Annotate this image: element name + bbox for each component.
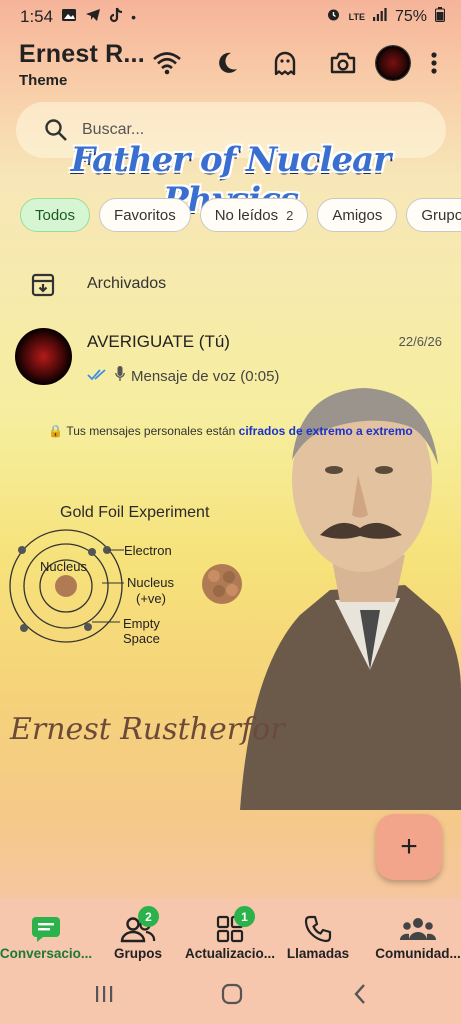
chat-row[interactable]: AVERIGUATE (Tú) 22/6/26 Mensaje de voz (… (0, 324, 461, 394)
archived-row[interactable]: Archivados (0, 262, 461, 308)
filter-chip-label: Amigos (332, 206, 383, 224)
nav-label: Actualizacio... (184, 946, 276, 961)
filter-chip-label: Grupos (421, 206, 461, 224)
groups-icon: 2 (120, 906, 159, 944)
camera-icon[interactable] (326, 46, 360, 80)
status-bar: 1:54 • LTE 75% (0, 0, 461, 34)
tiktok-icon (109, 7, 123, 28)
nav-conversaciones[interactable]: Conversacio... (0, 898, 92, 968)
community-icon (400, 914, 436, 944)
nav-label: Llamadas (286, 946, 350, 961)
nav-label: Comunidad... (375, 946, 461, 961)
signal-icon (372, 8, 387, 26)
updates-badge: 1 (234, 906, 255, 927)
battery-icon (435, 7, 445, 27)
gallery-icon (61, 8, 77, 27)
groups-badge: 2 (138, 906, 159, 927)
recent-apps-icon[interactable] (94, 984, 114, 1009)
nav-label: Grupos (113, 946, 162, 961)
battery-percent: 75% (394, 8, 427, 25)
nav-comunidades[interactable]: Comunidad... (372, 898, 461, 968)
nav-label: Conversacio... (0, 946, 93, 961)
home-icon[interactable] (221, 983, 243, 1010)
chat-name: AVERIGUATE (Tú) (87, 332, 230, 351)
filter-chip-amigos[interactable]: Amigos (317, 198, 398, 232)
ghost-icon[interactable] (268, 46, 302, 80)
chat-last-message: Mensaje de voz (0:05) (87, 366, 279, 386)
label-empty: Empty (123, 616, 160, 631)
back-icon[interactable] (352, 983, 368, 1010)
alarm-icon (326, 7, 341, 27)
status-time: 1:54 (20, 7, 54, 26)
screen: 1:54 • LTE 75% Ernest R... Theme Buscar.… (0, 0, 461, 1024)
dot-icon: • (131, 9, 136, 25)
label-nucleus-small: Nucleus (40, 559, 87, 574)
search-input[interactable]: Buscar... (82, 121, 144, 139)
nav-grupos[interactable]: 2 Grupos (96, 898, 180, 968)
phone-icon (304, 914, 332, 944)
moon-icon[interactable] (210, 46, 244, 80)
encryption-notice: 🔒 Tus mensajes personales están cifrados… (0, 424, 461, 438)
mic-icon (115, 366, 125, 386)
filter-chip-label: No leídos (214, 206, 279, 224)
telegram-icon (85, 8, 101, 27)
illustration-title: Gold Foil Experiment (60, 504, 210, 521)
app-header: Ernest R... Theme (0, 34, 461, 96)
fab-plus: + (400, 830, 418, 863)
label-charge: (+ve) (136, 591, 166, 606)
filter-chip-no-leidos[interactable]: No leídos 2 (199, 198, 309, 232)
more-options-icon[interactable] (418, 46, 450, 80)
filter-chip-favoritos[interactable]: Favoritos (99, 198, 191, 232)
archive-icon (30, 272, 56, 303)
profile-avatar[interactable] (376, 46, 410, 80)
nav-actualizaciones[interactable]: 1 Actualizacio... (182, 898, 278, 968)
unread-count: 2 (286, 207, 294, 223)
encryption-text: Tus mensajes personales están (66, 424, 239, 438)
filter-chip-grupos[interactable]: Grupos (406, 198, 461, 232)
double-check-icon (87, 368, 109, 385)
filter-chip-label: Favoritos (114, 206, 176, 224)
chat-avatar[interactable] (15, 328, 72, 385)
label-space: Space (123, 631, 160, 646)
nav-llamadas[interactable]: Llamadas (280, 898, 356, 968)
bottom-nav: Conversacio... 2 Grupos 1 Actualizacio..… (0, 898, 461, 968)
label-electron: Electron (124, 543, 172, 558)
page-title[interactable]: Ernest R... (19, 40, 145, 69)
signature: Ernest Rustherfor (10, 712, 285, 747)
encryption-link[interactable]: cifrados de extremo a extremo (239, 424, 413, 438)
chat-icon (30, 914, 62, 944)
label-nucleus: Nucleus (127, 575, 174, 590)
lock-icon: 🔒 (48, 424, 64, 438)
chat-date: 22/6/26 (398, 334, 442, 349)
filter-chip-label: Todos (35, 206, 76, 224)
last-message-text: Mensaje de voz (0:05) (131, 367, 280, 385)
updates-grid-icon: 1 (216, 906, 255, 944)
archived-label: Archivados (87, 275, 167, 292)
filter-chip-todos[interactable]: Todos (20, 198, 91, 232)
filter-chips: Todos Favoritos No leídos 2 Amigos Grupos (20, 198, 461, 232)
wifi-icon[interactable] (150, 46, 184, 80)
system-nav-bar (0, 968, 461, 1024)
new-chat-button[interactable]: + (376, 814, 442, 880)
lte-label: LTE (348, 12, 365, 22)
page-subtitle: Theme (19, 72, 68, 89)
